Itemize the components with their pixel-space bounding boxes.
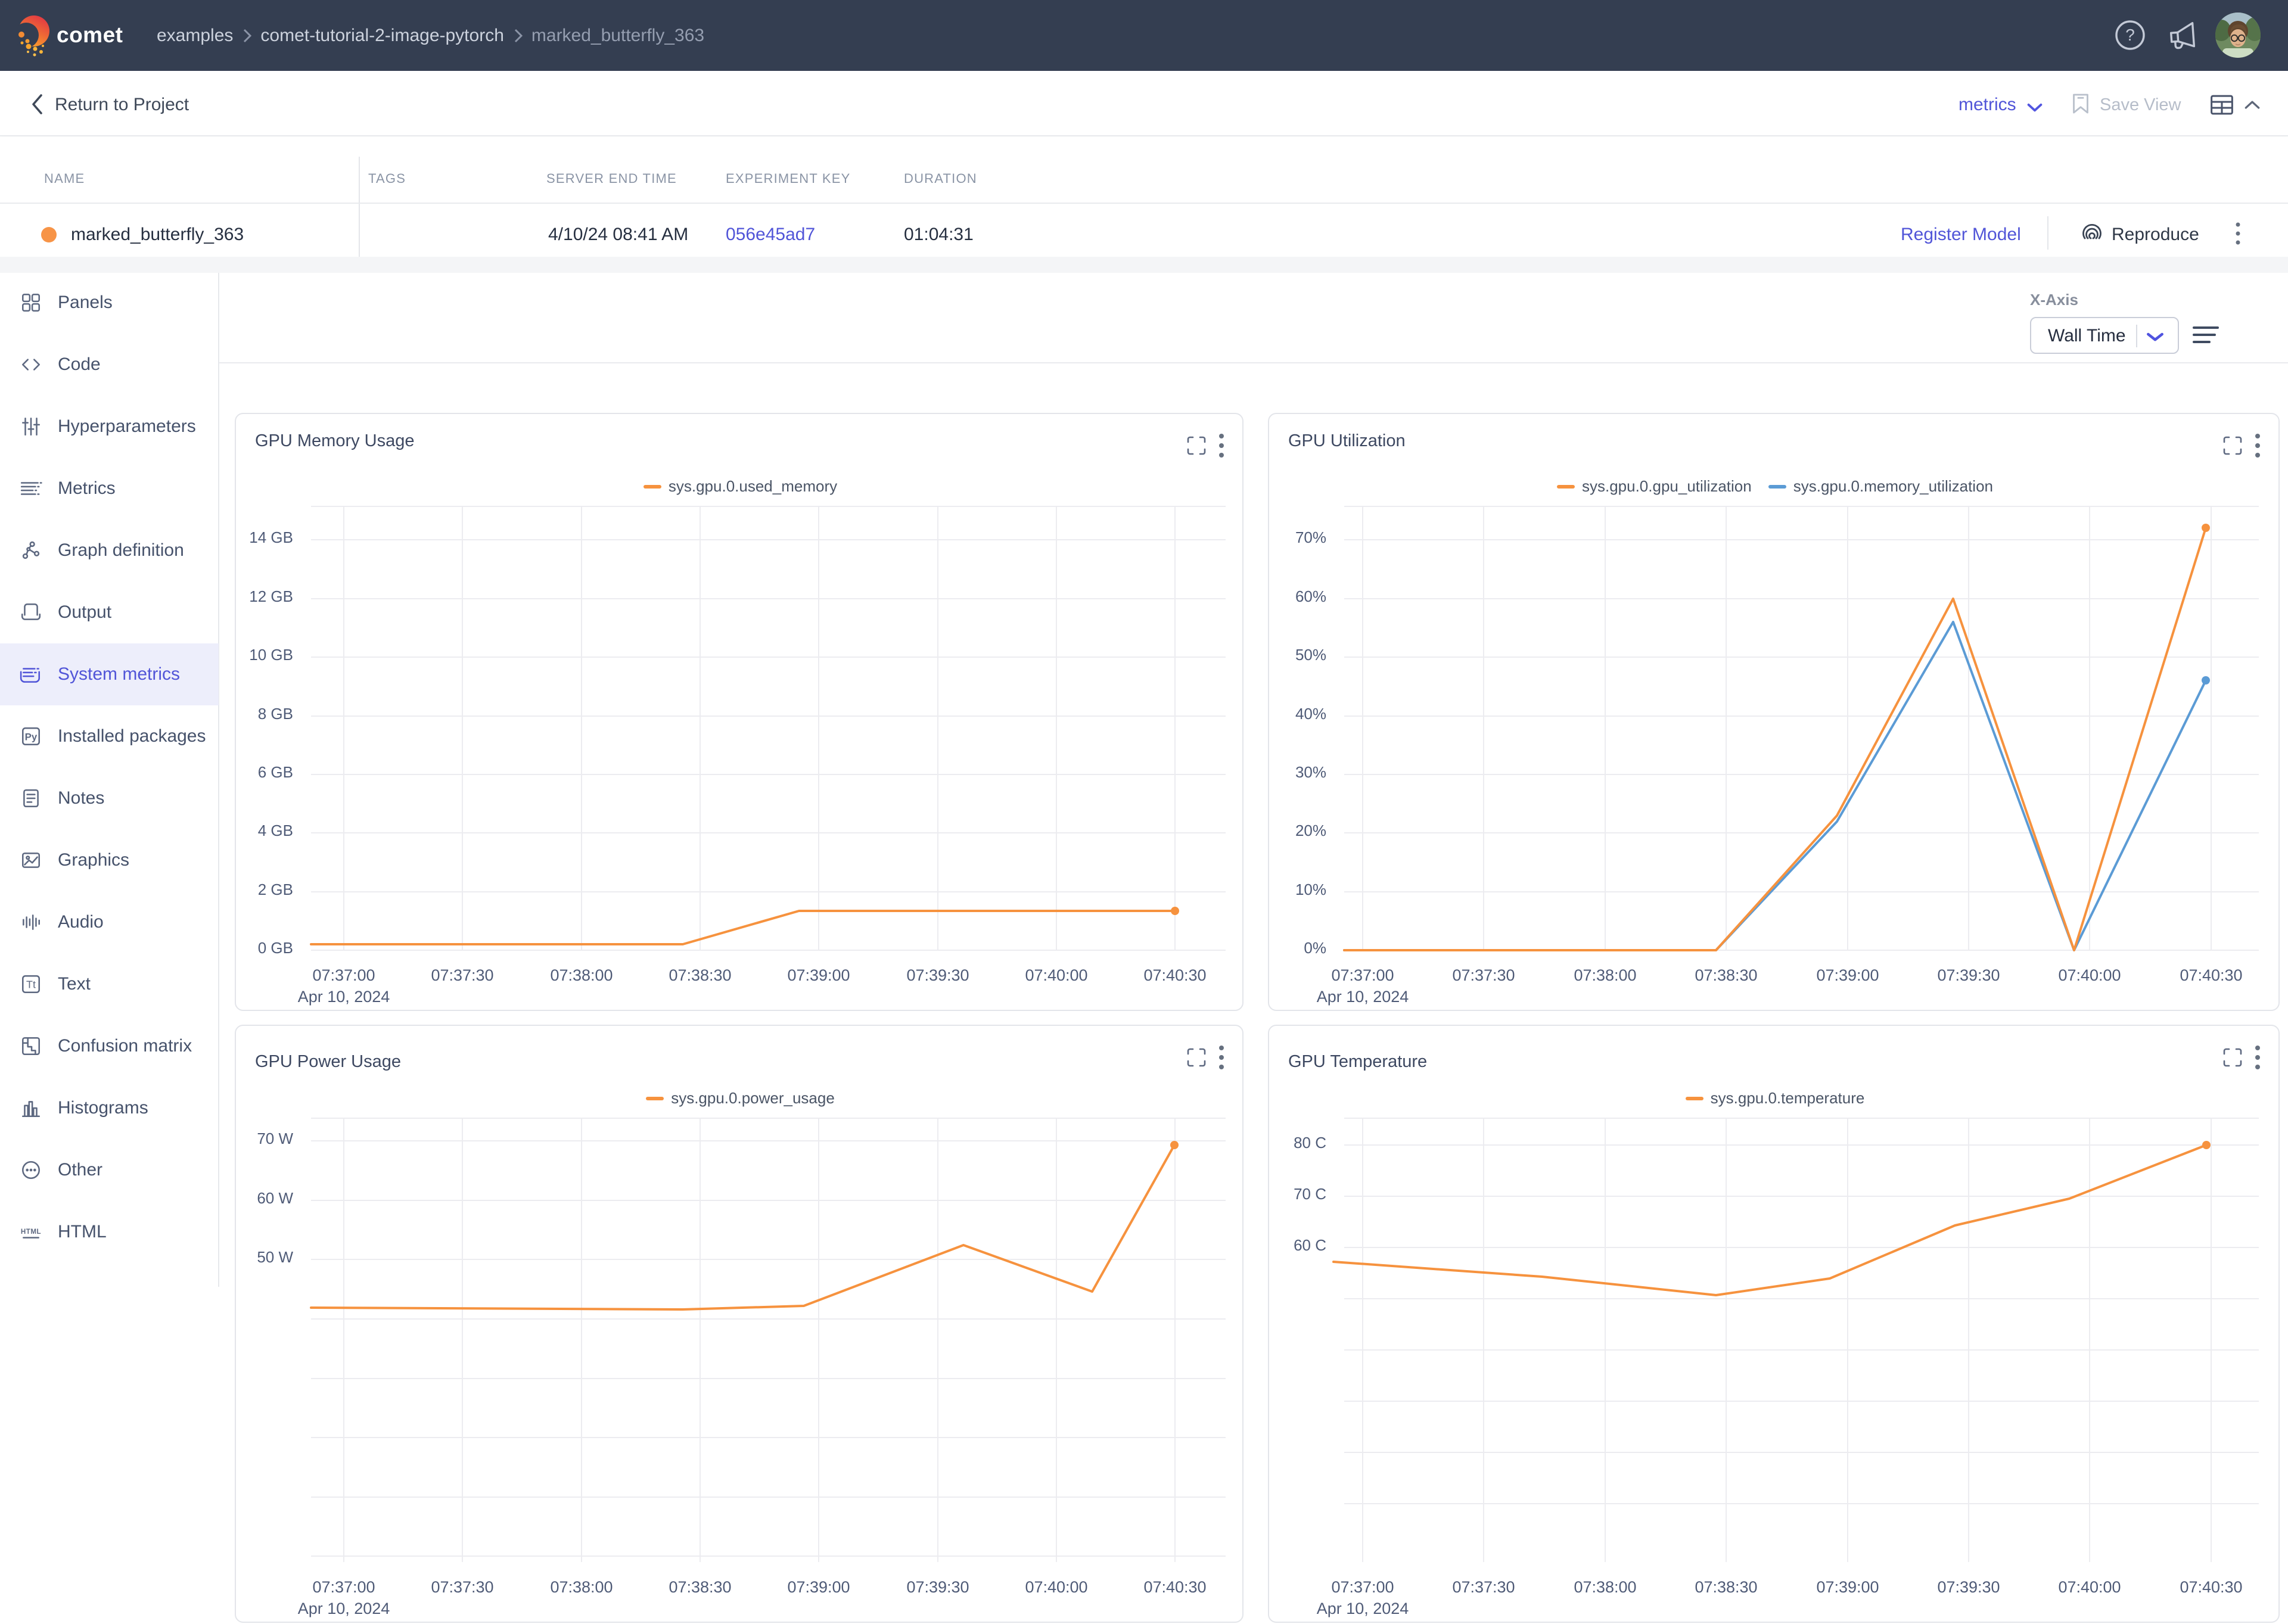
svg-text:Tt: Tt	[26, 978, 36, 990]
svg-text:HTML: HTML	[21, 1228, 41, 1236]
svg-text:?: ?	[2125, 26, 2135, 44]
svg-text:Py: Py	[25, 731, 38, 742]
